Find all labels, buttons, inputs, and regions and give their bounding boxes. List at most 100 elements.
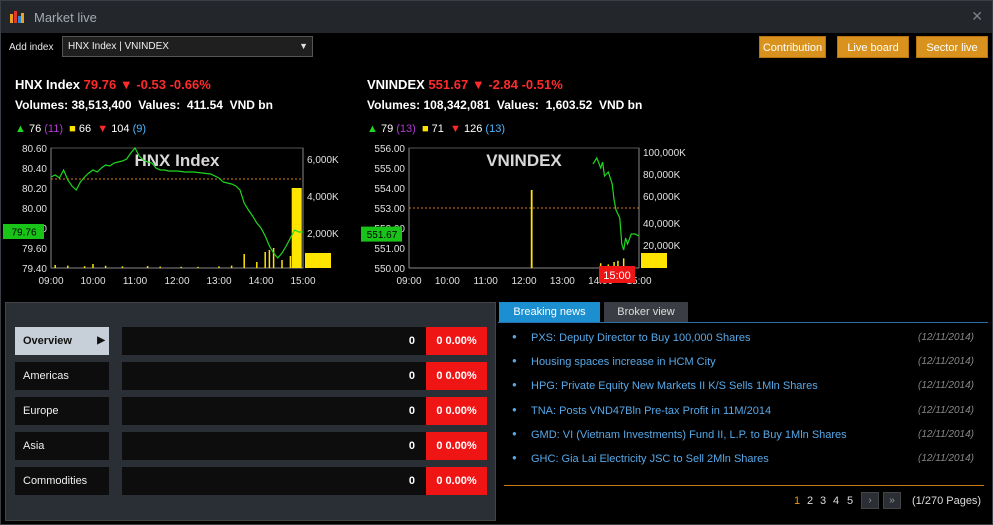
bullet-icon: ● xyxy=(512,404,517,414)
market-value: 0 xyxy=(408,405,415,417)
market-bar xyxy=(122,327,428,355)
y-tick-label: 80.00 xyxy=(22,204,47,215)
hnx-volumes-label: Volumes: xyxy=(15,98,69,112)
vni-value: 551.67 xyxy=(428,77,469,92)
y2-tick-label: 4,000K xyxy=(307,192,339,203)
market-value: 0 xyxy=(408,475,415,487)
market-tab-button[interactable]: Americas xyxy=(15,362,109,390)
news-pager: 1 2 3 4 5 › » (1/270 Pages) xyxy=(498,492,988,512)
hnx-unit: VND bn xyxy=(229,98,273,112)
chart-title: VNINDEX xyxy=(486,151,562,170)
page-link[interactable]: 2 xyxy=(807,495,813,507)
page-link[interactable]: 5 xyxy=(847,495,853,507)
bullet-icon: ● xyxy=(512,453,517,462)
hnx-down-count: 104 xyxy=(111,123,130,135)
live-board-button[interactable]: Live board xyxy=(837,36,909,58)
y-tick-label: 80.60 xyxy=(22,144,47,155)
vni-volumes: 108,342,081 xyxy=(423,98,491,112)
news-title[interactable]: GHC: Gia Lai Electricity JSC to Sell 2Ml… xyxy=(531,453,769,465)
volume-bar xyxy=(83,266,86,268)
hnx-header: HNX Index 79.76 ▼ -0.53 -0.66% xyxy=(15,77,211,92)
vni-ceiling-count: (13) xyxy=(396,123,416,135)
market-row: Americas 0 0 0.00% xyxy=(15,362,491,392)
hnx-pct: -0.66% xyxy=(169,77,211,92)
news-date: (12/11/2014) xyxy=(918,428,974,440)
y-tick-label: 79.40 xyxy=(22,264,47,275)
news-date: (12/11/2014) xyxy=(918,404,974,416)
bullet-icon: ● xyxy=(512,380,517,390)
market-change: 0 0.00% xyxy=(426,397,487,425)
volume-bar xyxy=(67,265,69,268)
market-tab-button[interactable]: Overview ▶ xyxy=(15,327,109,355)
y2-tick-label: 6,000K xyxy=(307,155,339,166)
vni-volumes-label: Volumes: xyxy=(367,98,421,112)
news-item[interactable]: ● GMD: VI (Vietnam Investments) Fund II, … xyxy=(512,429,982,445)
hnx-name: HNX Index xyxy=(15,77,81,92)
x-tick-label: 15:00 xyxy=(290,276,315,287)
market-value: 0 xyxy=(408,370,415,382)
hnx-floor-count: (9) xyxy=(132,123,147,135)
news-date: (12/11/2014) xyxy=(918,453,974,464)
news-item[interactable]: ● GHC: Gia Lai Electricity JSC to Sell 2M… xyxy=(512,453,982,469)
index-select[interactable]: HNX Index | VNINDEX ▼ xyxy=(62,36,313,57)
y2-tick-label: 20,000K xyxy=(643,241,681,252)
market-tab-button[interactable]: Commodities xyxy=(15,467,109,495)
flat-square-icon: ■ xyxy=(421,123,429,135)
volume-badge xyxy=(641,253,667,268)
next-page-button[interactable]: › xyxy=(861,492,879,509)
news-item[interactable]: ● PXS: Deputy Director to Buy 100,000 Sha… xyxy=(512,332,982,348)
hnx-value: 79.76 xyxy=(83,77,117,92)
x-tick-label: 09:00 xyxy=(396,276,421,287)
volume-bar xyxy=(197,266,199,268)
y-tick-label: 556.00 xyxy=(374,144,405,155)
vni-flat-count: 71 xyxy=(431,123,444,135)
vni-breadth: ▲ 79 (13) ■ 71 ▼ 126 (13) xyxy=(367,123,505,135)
x-tick-label: 10:00 xyxy=(435,276,460,287)
volume-bar xyxy=(268,250,271,268)
y-tick-label: 80.40 xyxy=(22,164,47,175)
page-link[interactable]: 4 xyxy=(833,495,839,507)
tab-broker-view[interactable]: Broker view xyxy=(604,302,688,322)
page-link[interactable]: 1 xyxy=(794,495,800,507)
close-icon[interactable]: ✕ xyxy=(971,8,983,25)
hnx-up-count: 76 xyxy=(28,123,42,135)
vni-name: VNINDEX xyxy=(367,77,425,92)
hnx-volumes: 38,513,400 xyxy=(71,98,132,112)
sector-live-button[interactable]: Sector live xyxy=(916,36,988,58)
market-bar xyxy=(122,362,428,390)
market-bar xyxy=(122,467,428,495)
news-item[interactable]: ● Housing spaces increase in HCM City (12/… xyxy=(512,356,982,372)
add-index-label: Add index xyxy=(9,42,54,53)
market-label: Commodities xyxy=(23,475,88,487)
y-tick-label: 555.00 xyxy=(374,164,405,175)
chart-title: HNX Index xyxy=(134,151,220,170)
x-tick-label: 13:00 xyxy=(206,276,231,287)
down-arrow-icon: ▼ xyxy=(450,123,461,135)
volume-bar xyxy=(54,265,56,268)
news-separator xyxy=(504,485,984,486)
market-tab-button[interactable]: Europe xyxy=(15,397,109,425)
current-value-label: 551.67 xyxy=(367,230,398,241)
news-title[interactable]: HPG: Private Equity New Markets II K/S S… xyxy=(531,380,818,392)
news-item[interactable]: ● TNA: Posts VND47Bln Pre-tax Profit in 1… xyxy=(512,405,982,421)
news-title[interactable]: TNA: Posts VND47Bln Pre-tax Profit in 11… xyxy=(531,405,771,417)
page-link[interactable]: 3 xyxy=(820,495,826,507)
last-page-button[interactable]: » xyxy=(883,492,901,509)
news-title[interactable]: GMD: VI (Vietnam Investments) Fund II, L… xyxy=(531,429,847,441)
y2-tick-label: 2,000K xyxy=(307,229,339,240)
volume-bar xyxy=(291,188,302,268)
news-item[interactable]: ● HPG: Private Equity New Markets II K/S … xyxy=(512,380,982,396)
title-bar: Market live ✕ xyxy=(1,1,992,33)
news-title[interactable]: Housing spaces increase in HCM City xyxy=(531,356,716,368)
app-logo-icon xyxy=(10,11,24,23)
window-title: Market live xyxy=(34,10,97,25)
tab-breaking-news[interactable]: Breaking news xyxy=(499,302,600,322)
contribution-button[interactable]: Contribution xyxy=(759,36,826,58)
y-tick-label: 79.60 xyxy=(22,244,47,255)
market-tab-button[interactable]: Asia xyxy=(15,432,109,460)
vni-up-count: 79 xyxy=(380,123,394,135)
news-title[interactable]: PXS: Deputy Director to Buy 100,000 Shar… xyxy=(531,332,751,344)
y2-tick-label: 80,000K xyxy=(643,170,681,181)
x-tick-label: 12:00 xyxy=(511,276,536,287)
y-tick-label: 554.00 xyxy=(374,184,405,195)
